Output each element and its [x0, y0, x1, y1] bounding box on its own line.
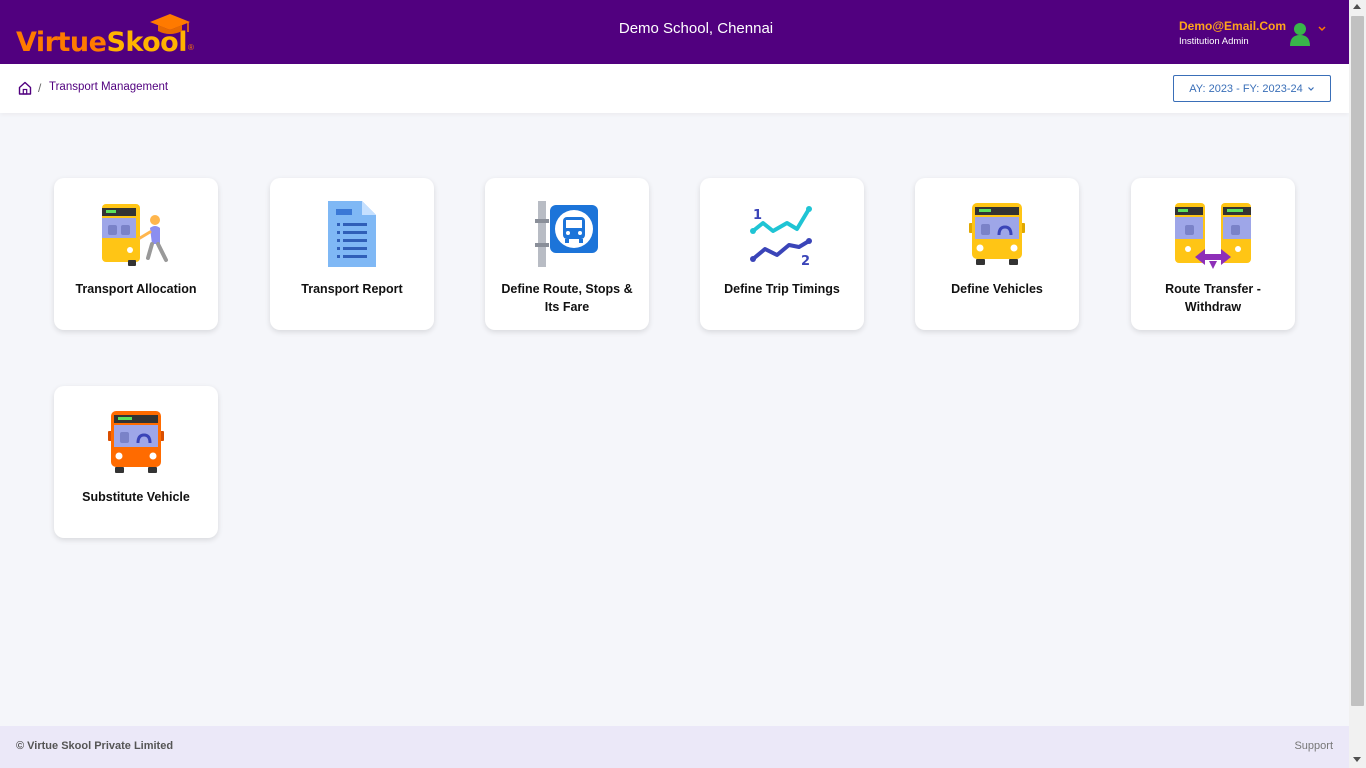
card-substitute-vehicle[interactable]: Substitute Vehicle — [54, 386, 218, 538]
academic-year-select[interactable]: AY: 2023 - FY: 2023-24 — [1173, 75, 1331, 102]
svg-text:2: 2 — [801, 254, 810, 267]
breadcrumb: / Transport Management — [0, 64, 1349, 113]
top-header: Virtue Skool ® Demo School, Chennai Demo… — [0, 0, 1349, 64]
bus-boarding-icon — [95, 198, 177, 270]
scroll-down-arrow-icon[interactable] — [1353, 757, 1361, 762]
bus-stop-icon — [526, 198, 608, 270]
bus-icon — [956, 198, 1038, 270]
academic-year-value: AY: 2023 - FY: 2023-24 — [1189, 82, 1303, 95]
school-name: Demo School, Chennai — [618, 20, 774, 37]
scrollbar-thumb[interactable] — [1351, 16, 1364, 706]
trip-timings-chart-icon: 1 2 — [741, 198, 823, 270]
user-role: Institution Admin — [1179, 36, 1249, 47]
card-transport-allocation[interactable]: Transport Allocation — [54, 178, 218, 330]
user-email[interactable]: Demo@Email.Com — [1179, 19, 1286, 33]
card-route-transfer-withdraw[interactable]: Route Transfer - Withdraw — [1131, 178, 1295, 330]
card-define-trip-timings[interactable]: 1 2 Define Trip Timings — [700, 178, 864, 330]
card-label: Route Transfer - Withdraw — [1165, 282, 1261, 314]
home-icon[interactable] — [18, 81, 32, 95]
support-link[interactable]: Support — [1294, 740, 1333, 752]
scrollbar[interactable] — [1349, 0, 1366, 768]
card-transport-report[interactable]: Transport Report — [270, 178, 434, 330]
substitute-bus-icon — [95, 406, 177, 478]
breadcrumb-separator: / — [38, 81, 42, 95]
card-label: Substitute Vehicle — [82, 490, 190, 504]
route-transfer-icon — [1172, 198, 1254, 270]
scroll-up-arrow-icon[interactable] — [1353, 4, 1361, 9]
card-label: Define Trip Timings — [724, 282, 840, 296]
chevron-down-icon[interactable] — [1317, 24, 1327, 34]
svg-text:1: 1 — [753, 208, 762, 223]
card-define-route-stops-fare[interactable]: Define Route, Stops & Its Fare — [485, 178, 649, 330]
footer: © Virtue Skool Private Limited Support — [0, 726, 1349, 768]
card-label: Define Vehicles — [951, 282, 1043, 296]
card-label: Transport Allocation — [75, 282, 197, 296]
card-define-vehicles[interactable]: Define Vehicles — [915, 178, 1079, 330]
logo-registered-mark: ® — [187, 43, 194, 52]
chevron-down-icon — [1307, 86, 1314, 91]
copyright-text: © Virtue Skool Private Limited — [16, 740, 174, 752]
card-label: Transport Report — [301, 282, 403, 296]
user-avatar-icon[interactable] — [1289, 22, 1311, 46]
bus-report-icon — [311, 198, 393, 270]
breadcrumb-current: Transport Management — [49, 81, 169, 93]
card-label: Define Route, Stops & Its Fare — [501, 282, 633, 314]
